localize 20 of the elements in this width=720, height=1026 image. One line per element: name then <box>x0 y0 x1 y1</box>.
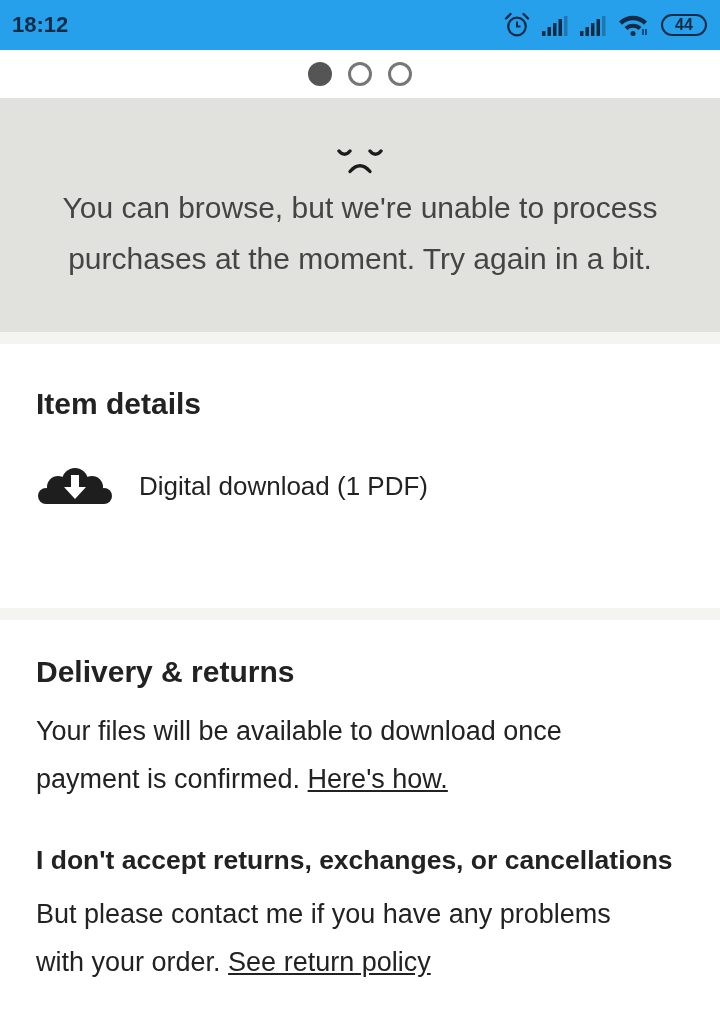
cloud-download-icon <box>36 467 114 505</box>
page-indicator-dot[interactable] <box>308 62 332 86</box>
alarm-clock-icon <box>504 12 530 38</box>
signal-icon <box>542 16 568 36</box>
text-link[interactable]: See return policy <box>228 947 431 977</box>
policy-heading: I don't accept returns, exchanges, or cancellations <box>36 844 674 877</box>
section-title: Item details <box>36 386 203 422</box>
sad-face-icon <box>337 148 383 174</box>
signal-icon <box>580 16 606 36</box>
item-type-label: Digital download (1 PDF) <box>139 470 428 502</box>
info-paragraph: Your files will be available to download once payment is confirmed. Here's how. <box>36 715 563 796</box>
wifi-icon <box>618 14 648 36</box>
text-link[interactable]: Here's how. <box>307 764 448 794</box>
clock-time: 18:12 <box>12 12 69 38</box>
page-indicator-dot[interactable] <box>348 62 372 86</box>
section-title: Delivery & returns <box>36 654 296 690</box>
notice-message: You can browse, but we're unable to process purchases at the moment. Try again in a bit. <box>61 190 659 277</box>
page-indicator-dot[interactable] <box>388 62 412 86</box>
info-paragraph: But please contact me if you have any problems with your order. See return policy <box>36 898 612 979</box>
battery-indicator: 44 <box>661 14 707 36</box>
